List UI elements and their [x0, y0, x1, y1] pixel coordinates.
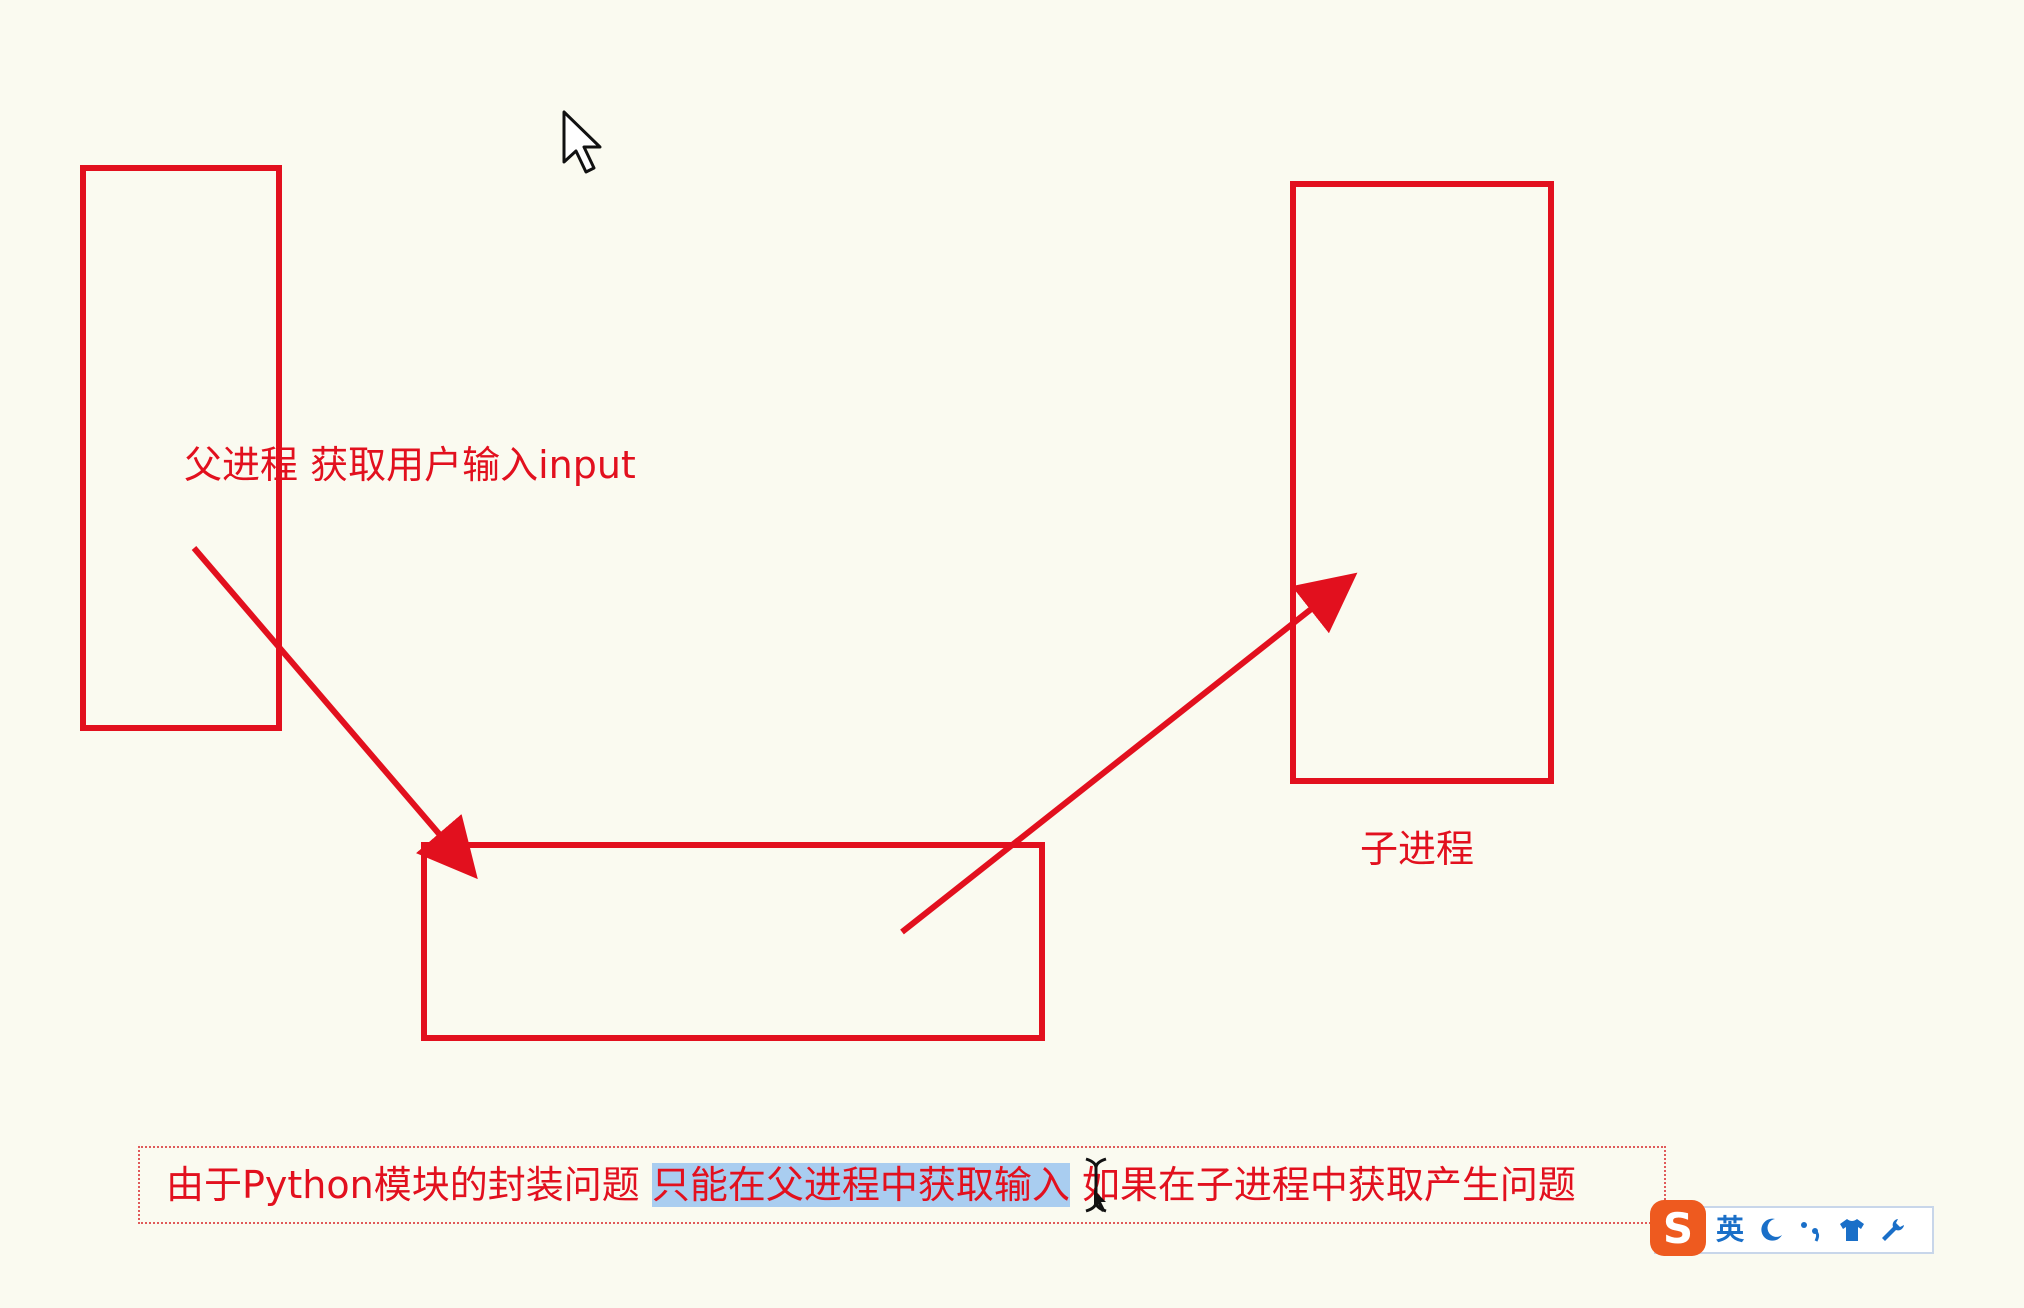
ime-toolbar[interactable]: S 英 — [1650, 1200, 1934, 1256]
moon-icon[interactable] — [1758, 1217, 1784, 1243]
parent-process-label[interactable]: 父进程 获取用户输入input — [184, 446, 636, 484]
arrows-layer — [191, 546, 1358, 935]
ime-logo-icon[interactable]: S — [1650, 1200, 1706, 1256]
caption-selected-text[interactable]: 只能在父进程中获取输入 — [651, 1163, 1070, 1207]
arrow-parent-to-channel[interactable] — [191, 546, 478, 880]
ime-language-toggle[interactable]: 英 — [1716, 1216, 1744, 1244]
text-cursor-icon — [1085, 1157, 1107, 1213]
mouse-pointer-icon — [562, 110, 602, 174]
skin-shirt-icon[interactable] — [1838, 1217, 1866, 1243]
caption-prefix: 由于Python模块的封装问题 — [166, 1163, 652, 1207]
drawing-canvas[interactable]: 父进程 获取用户输入input 子进程 由于Python模块的封装问题 只能在父… — [0, 0, 2024, 1308]
wrench-icon[interactable] — [1880, 1217, 1906, 1243]
arrow-channel-to-child[interactable] — [900, 572, 1358, 935]
child-process-label[interactable]: 子进程 — [1360, 830, 1474, 868]
punctuation-icon[interactable] — [1798, 1217, 1824, 1243]
caption-text[interactable]: 由于Python模块的封装问题 只能在父进程中获取输入 如果在子进程中获取产生问… — [166, 1163, 1576, 1207]
caption-suffix: 如果在子进程中获取产生问题 — [1069, 1163, 1576, 1207]
